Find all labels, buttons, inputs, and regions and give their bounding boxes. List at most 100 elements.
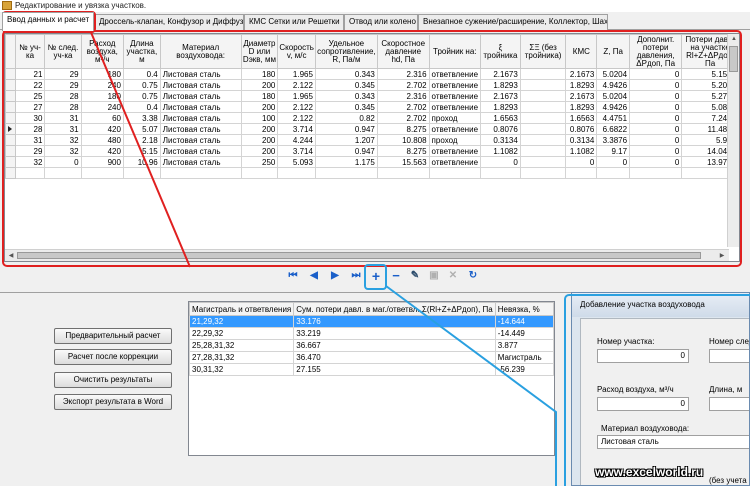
table-cell[interactable]: 0: [629, 156, 683, 168]
table-cell[interactable]: 100: [240, 112, 279, 124]
table-cell[interactable]: 240: [80, 101, 124, 113]
table-cell[interactable]: 5.15: [122, 145, 161, 157]
table-cell[interactable]: 28: [44, 90, 82, 102]
row-header[interactable]: [5, 79, 16, 91]
table-cell[interactable]: 200: [240, 134, 279, 146]
table-cell[interactable]: 15.563: [376, 156, 430, 168]
table-cell[interactable]: ответвление: [428, 156, 482, 168]
table-cell[interactable]: 2.1673: [565, 68, 598, 80]
results-row[interactable]: 27,28,31,32 36.470 Магистраль: [189, 351, 554, 364]
scroll-right-icon[interactable]: ▶: [717, 251, 727, 261]
table-cell[interactable]: [428, 167, 482, 179]
new-row[interactable]: [5, 167, 739, 179]
table-cell[interactable]: 2.18: [122, 134, 161, 146]
results-row[interactable]: 22,29,32 33.219 -14.449: [189, 327, 554, 340]
table-cell[interactable]: [159, 167, 242, 179]
table-cell[interactable]: Листовая сталь: [159, 123, 242, 135]
row-header[interactable]: [5, 112, 16, 124]
table-cell[interactable]: 0: [44, 156, 82, 168]
table-cell[interactable]: 0: [629, 90, 683, 102]
table-cell[interactable]: 0.8076: [565, 123, 598, 135]
table-cell[interactable]: проход: [428, 134, 482, 146]
table-cell[interactable]: 1.1082: [565, 145, 598, 157]
results-cell[interactable]: 22,29,32: [189, 327, 295, 340]
table-cell[interactable]: 180: [80, 90, 124, 102]
row-header[interactable]: [5, 156, 16, 168]
column-header[interactable]: Дополнит. потери давления, ΔPдоп, Па: [629, 34, 683, 69]
results-cell[interactable]: 27,28,31,32: [189, 351, 295, 364]
table-cell[interactable]: 1.965: [277, 90, 316, 102]
results-cell[interactable]: 36.667: [293, 339, 496, 352]
table-cell[interactable]: 29: [44, 79, 82, 91]
results-cell[interactable]: 21,29,32: [189, 315, 295, 328]
table-row[interactable]: 32 0 900 10.96 Листовая сталь 250 5.093 1.175 15…: [5, 156, 739, 168]
table-cell[interactable]: 29: [14, 145, 46, 157]
table-cell[interactable]: 0: [629, 101, 683, 113]
table-cell[interactable]: [14, 167, 46, 179]
table-cell[interactable]: Листовая сталь: [159, 112, 242, 124]
row-header[interactable]: [5, 101, 16, 113]
grid-horizontal-scrollbar[interactable]: ◀ ▶: [5, 249, 729, 261]
table-cell[interactable]: ответвление: [428, 123, 482, 135]
table-cell[interactable]: 31: [44, 112, 82, 124]
table-cell[interactable]: 0.3134: [480, 134, 521, 146]
table-cell[interactable]: 31: [44, 123, 82, 135]
table-cell[interactable]: 200: [240, 101, 279, 113]
table-row[interactable]: 28 31 420 5.07 Листовая сталь 200 3.714 0.947 8.…: [5, 123, 739, 135]
table-cell[interactable]: 180: [80, 68, 124, 80]
table-cell[interactable]: 0.343: [314, 90, 378, 102]
table-cell[interactable]: 0.947: [314, 123, 378, 135]
column-header[interactable]: Z, Па: [596, 34, 631, 69]
tab-sudden-change[interactable]: Внезапное сужение/расширение, Коллектор,…: [418, 14, 608, 30]
table-cell[interactable]: 0: [629, 79, 683, 91]
table-cell[interactable]: 0: [596, 156, 631, 168]
row-header[interactable]: [5, 145, 16, 157]
table-cell[interactable]: 4.9426: [596, 79, 631, 91]
table-cell[interactable]: проход: [428, 112, 482, 124]
column-header[interactable]: № уч-ка: [14, 34, 46, 69]
tab-throttle-valve[interactable]: Дроссель-клапан, Конфузор и Диффузор: [94, 14, 244, 30]
table-cell[interactable]: 5.0204: [596, 90, 631, 102]
first-record-icon[interactable]: ⏮: [286, 269, 300, 283]
table-cell[interactable]: 5.0204: [596, 68, 631, 80]
table-cell[interactable]: [376, 167, 430, 179]
table-cell[interactable]: [240, 167, 279, 179]
results-cell[interactable]: 25,28,31,32: [189, 339, 295, 352]
table-cell[interactable]: 4.9426: [596, 101, 631, 113]
table-cell[interactable]: [480, 167, 521, 179]
results-cell[interactable]: 33.219: [293, 327, 496, 340]
table-cell[interactable]: 27: [14, 101, 46, 113]
results-cell[interactable]: 30,31,32: [189, 363, 295, 376]
row-header[interactable]: [5, 134, 16, 146]
tab-elbow[interactable]: Отвод или колено: [344, 14, 418, 30]
table-cell[interactable]: [596, 167, 631, 179]
table-cell[interactable]: [5, 167, 16, 179]
row-header[interactable]: [5, 68, 16, 80]
table-cell[interactable]: 0: [629, 112, 683, 124]
table-cell[interactable]: 2.702: [376, 112, 430, 124]
table-cell[interactable]: 1.6563: [480, 112, 521, 124]
table-cell[interactable]: [519, 145, 567, 157]
table-cell[interactable]: 2.122: [277, 79, 316, 91]
table-cell[interactable]: 900: [80, 156, 124, 168]
table-cell[interactable]: 10.808: [376, 134, 430, 146]
table-cell[interactable]: 1.8293: [565, 101, 598, 113]
table-row[interactable]: 25 28 180 0.75 Листовая сталь 180 1.965 0.343 2.…: [5, 90, 739, 102]
table-cell[interactable]: Листовая сталь: [159, 145, 242, 157]
last-record-icon[interactable]: ⏭: [349, 269, 363, 283]
table-cell[interactable]: 0: [565, 156, 598, 168]
table-cell[interactable]: Листовая сталь: [159, 134, 242, 146]
table-cell[interactable]: 8.275: [376, 145, 430, 157]
table-cell[interactable]: [519, 167, 567, 179]
table-cell[interactable]: 5.07: [122, 123, 161, 135]
cancel-edit-icon[interactable]: ✕: [446, 269, 460, 283]
table-cell[interactable]: 0.345: [314, 79, 378, 91]
airflow-input[interactable]: 0: [597, 397, 689, 411]
table-cell[interactable]: [519, 79, 567, 91]
table-cell[interactable]: 2.702: [376, 79, 430, 91]
column-header[interactable]: Тройник на:: [428, 34, 482, 69]
results-cell[interactable]: -14.644: [494, 315, 554, 328]
edit-record-icon[interactable]: ✎: [408, 269, 422, 283]
table-cell[interactable]: Листовая сталь: [159, 68, 242, 80]
table-cell[interactable]: 6.6822: [596, 123, 631, 135]
